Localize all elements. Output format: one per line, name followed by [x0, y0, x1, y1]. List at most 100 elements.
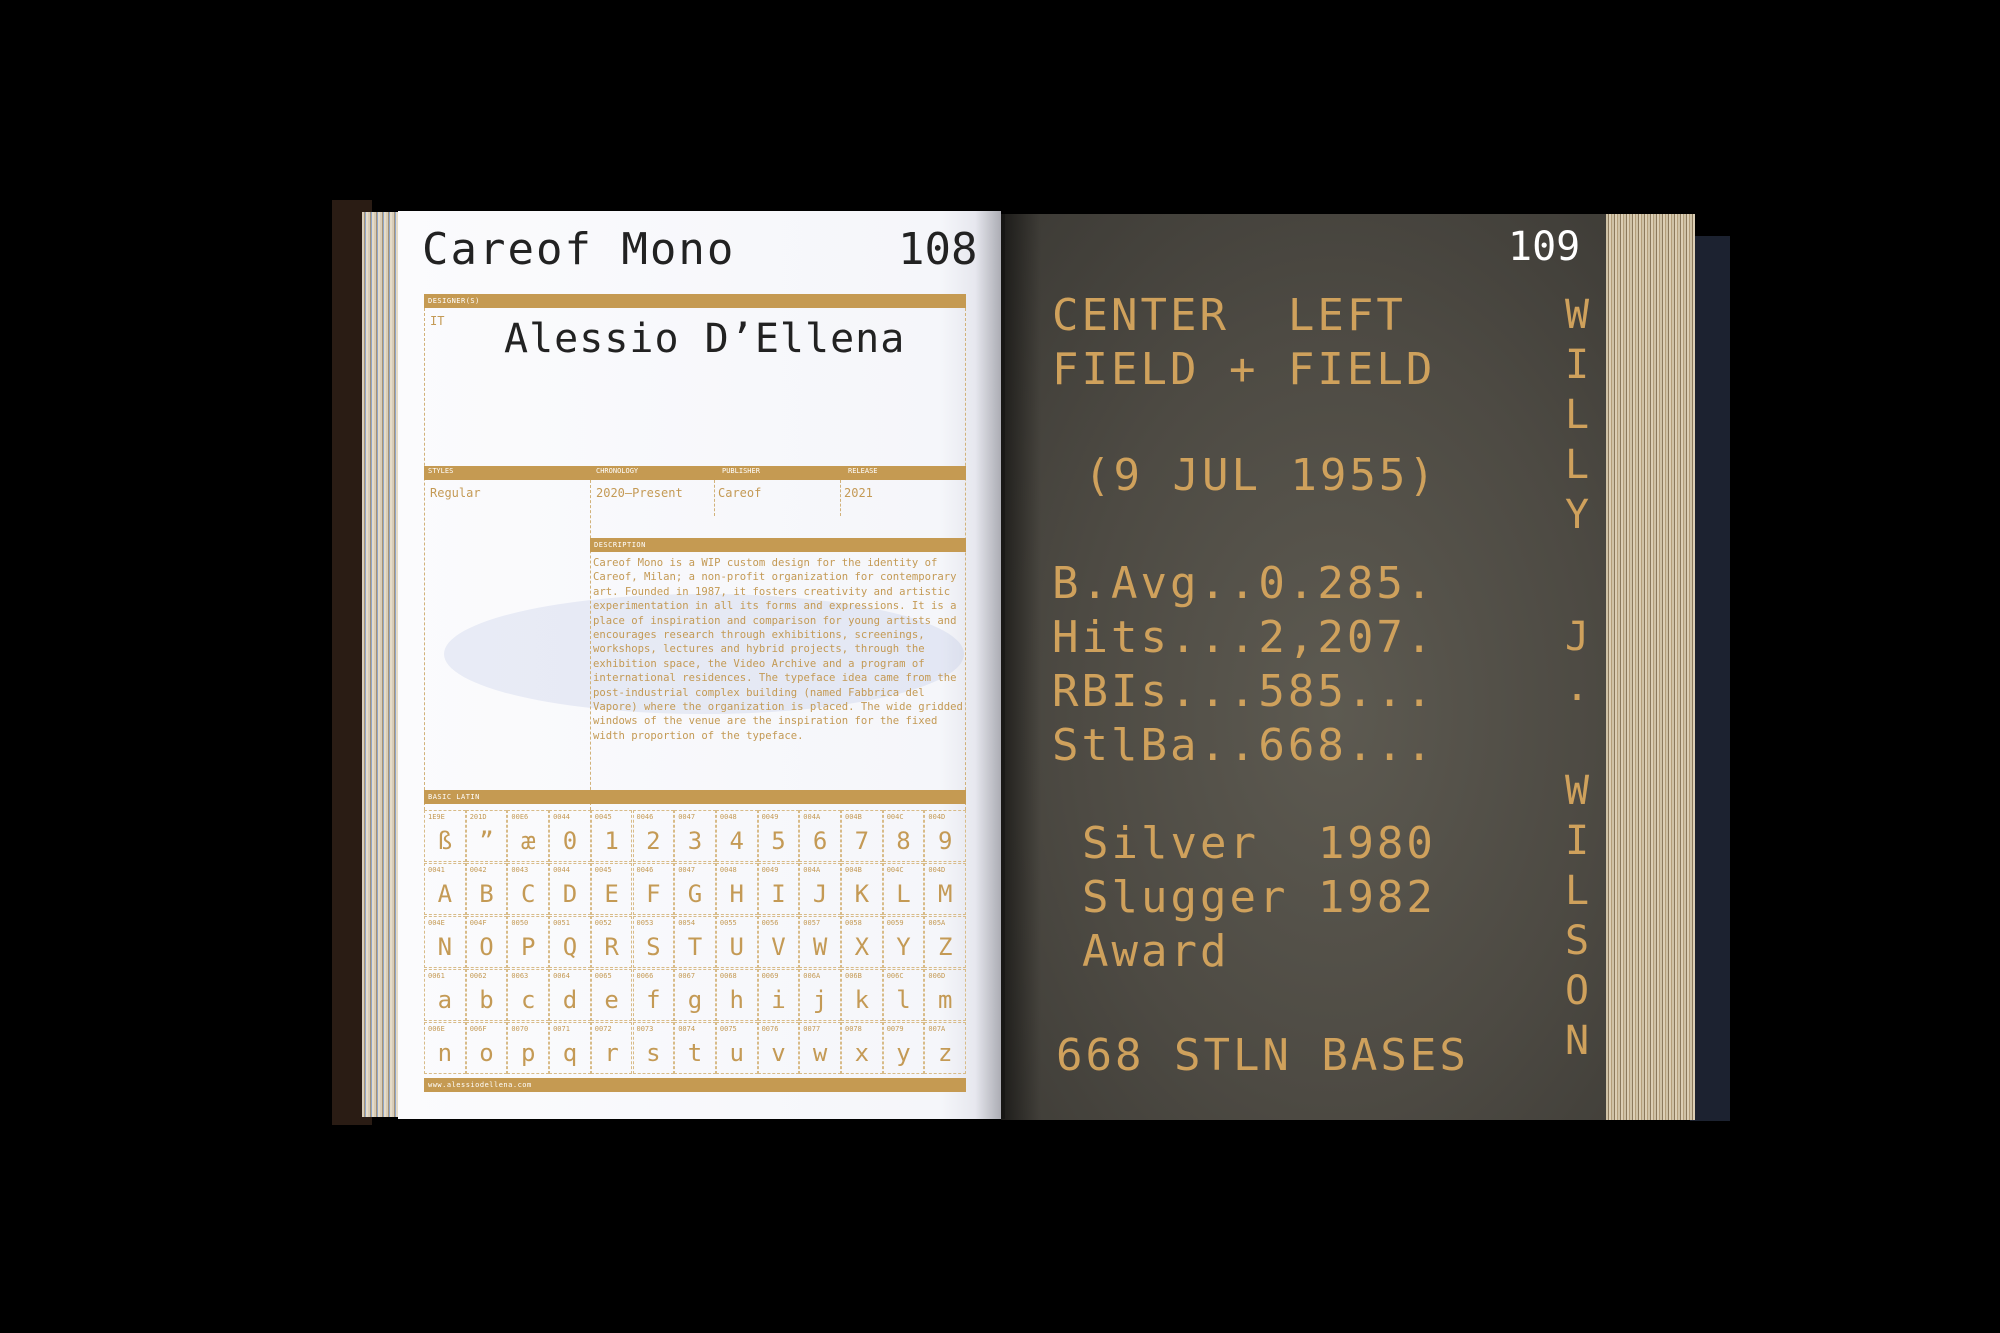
glyph-cell: 0061 a [424, 969, 466, 1021]
designer-url: www.alessiodellena.com [428, 1081, 532, 1089]
glyph-cell: 0043 C [507, 863, 550, 915]
glyph-cell: 0044 0 [549, 810, 591, 862]
glyph-cell: 0042 B [465, 863, 508, 915]
glyph-cell: 004A 6 [799, 810, 841, 862]
glyph-character: ß [437, 827, 453, 855]
glyph-code: 0072 [594, 1025, 612, 1033]
page-number-right: 109 [1508, 224, 1581, 270]
glyph-code: 0069 [761, 972, 779, 980]
glyph-code: 0042 [469, 866, 487, 874]
glyph-character: i [771, 986, 786, 1014]
glyph-character: A [437, 880, 453, 908]
glyph-code: 0059 [886, 919, 904, 927]
glyph-code: 0054 [678, 919, 696, 927]
glyph-code: 0045 [594, 866, 612, 874]
glyph-character: X [854, 933, 870, 961]
glyph-cell: 0052 R [590, 916, 633, 968]
glyph-cell: 004A J [799, 863, 841, 915]
glyph-character: Q [562, 933, 578, 961]
glyph-code: 004D [928, 813, 946, 821]
spine-shadow-right [1001, 214, 1041, 1120]
glyph-character: j [812, 986, 828, 1014]
glyph-code: 0048 [719, 813, 737, 821]
glyph-character: p [521, 1039, 536, 1067]
description-text: Careof Mono is a WIP custom design for t… [593, 557, 963, 742]
glyph-cell: 007A z [924, 1022, 967, 1074]
glyph-character: 5 [771, 827, 786, 855]
glyph-cell: 0049 I [757, 863, 800, 915]
styles-value: Regular [430, 486, 481, 500]
publisher-label: PUBLISHER [722, 467, 760, 475]
specimen-sheet: DESIGNER(S) IT Alessio D’Ellena STYLES C… [424, 294, 967, 1094]
glyph-cell: 0078 x [841, 1022, 883, 1074]
glyph-character: T [687, 933, 703, 961]
glyph-code: 0048 [719, 866, 737, 874]
designer-label: DESIGNER(S) [424, 294, 966, 308]
glyph-cell: 0059 Y [882, 916, 925, 968]
glyph-cell: 0057 W [799, 916, 841, 968]
vertical-letter: L [1564, 868, 1590, 914]
glyph-character: w [812, 1039, 828, 1067]
glyph-code: 0064 [553, 972, 570, 980]
glyph-character: h [729, 986, 744, 1014]
glyph-code: 0055 [719, 919, 737, 927]
glyph-cell: 0073 s [632, 1022, 675, 1074]
position-line-1: CENTER LEFT [1052, 290, 1406, 341]
glyph-character: 3 [687, 827, 703, 855]
glyph-code: 201D [469, 813, 487, 821]
glyph-code: 006B [845, 972, 862, 980]
description-label: DESCRIPTION [590, 538, 966, 552]
glyph-character: W [812, 933, 828, 961]
glyph-character: o [479, 1039, 494, 1067]
vertical-letter: W [1564, 768, 1590, 814]
glyph-cell: 0074 t [674, 1022, 716, 1074]
glyph-character: E [604, 880, 619, 908]
vertical-letter: I [1564, 818, 1590, 864]
glyph-code: 004E [428, 919, 445, 927]
glyph-code: 0075 [719, 1025, 737, 1033]
glyph-character: d [562, 986, 578, 1014]
glyph-character: J [812, 880, 828, 908]
glyph-cell: 006F o [465, 1022, 508, 1074]
glyph-character: n [437, 1039, 453, 1067]
vertical-name-first: W I L L Y [1562, 290, 1592, 540]
grid-label: BASIC LATIN [424, 790, 966, 804]
glyph-character: v [771, 1039, 786, 1067]
glyph-character: æ [521, 827, 536, 855]
glyph-code: 004A [803, 866, 821, 874]
glyph-code: 004C [886, 866, 904, 874]
glyph-character: F [646, 880, 661, 908]
glyph-code: 0061 [428, 972, 445, 980]
glyph-cell: 004C L [882, 863, 925, 915]
glyph-cell: 0050 P [507, 916, 550, 968]
glyph-cell: 004C 8 [882, 810, 925, 862]
glyph-cell: 0045 E [590, 863, 633, 915]
release-label: RELEASE [848, 467, 878, 475]
glyph-code: 0053 [636, 919, 654, 927]
glyph-character: P [521, 933, 536, 961]
glyph-character: t [687, 1039, 703, 1067]
chronology-label: CHRONOLOGY [596, 467, 639, 475]
glyph-character: H [729, 880, 744, 908]
stolen-bases-total: 668 STLN BASES [1056, 1030, 1469, 1081]
vertical-letter: O [1564, 968, 1590, 1014]
glyph-character: S [646, 933, 661, 961]
glyph-character: U [729, 933, 744, 961]
glyph-character: 8 [896, 827, 911, 855]
glyph-cell: 004F O [465, 916, 508, 968]
glyph-code: 0068 [719, 972, 737, 980]
glyph-character: C [521, 880, 536, 908]
glyph-code: 004D [928, 866, 946, 874]
glyph-cell: 0069 i [757, 969, 800, 1021]
glyph-cell: 0049 5 [757, 810, 800, 862]
glyph-code: 0073 [636, 1025, 654, 1033]
glyph-cell: 006E n [424, 1022, 466, 1074]
glyph-code: 0062 [469, 972, 487, 980]
glyph-character: k [854, 986, 870, 1014]
typeface-title: Careof Mono [422, 224, 736, 275]
glyph-code: 0056 [761, 919, 779, 927]
glyph-cell: 004D M [924, 863, 967, 915]
glyph-character: ” [479, 827, 494, 855]
glyph-code: 0050 [511, 919, 529, 927]
glyph-code: 004C [886, 813, 904, 821]
